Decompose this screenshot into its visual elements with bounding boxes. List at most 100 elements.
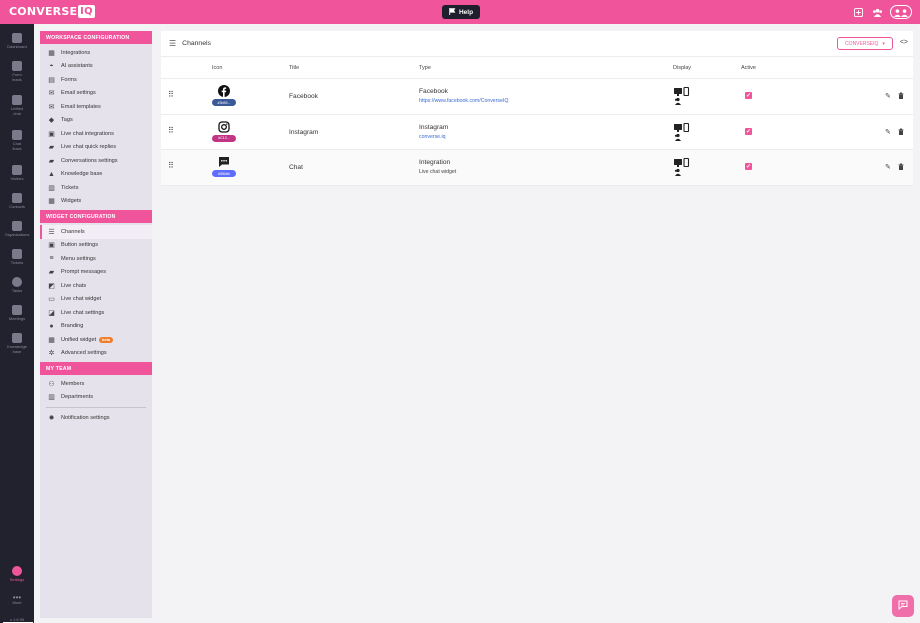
list-icon: ☰: [48, 228, 55, 236]
menu-label: Email settings: [61, 90, 96, 97]
menu-item-notification-settings[interactable]: ✹ Notification settings: [40, 411, 152, 425]
menu-item-advanced-settings[interactable]: ✲ Advanced settings: [40, 347, 152, 361]
menu-item-integrations[interactable]: ▦ Integrations: [40, 46, 152, 60]
menu-item-live-chat-quick-replies[interactable]: ▰ Live chat quick replies: [40, 141, 152, 155]
logo-suffix: IQ: [78, 5, 95, 18]
menu-item-unified-widget[interactable]: ▦ Unified widget beta: [40, 333, 152, 347]
menu-item-channels[interactable]: ☰ Channels: [40, 225, 152, 239]
rail-label: Tasks: [11, 288, 23, 293]
menu-label: Email templates: [61, 103, 101, 110]
rail-item-more[interactable]: ••• More: [0, 594, 34, 605]
menu-item-tags[interactable]: ◆ Tags: [40, 114, 152, 128]
menu-label: Live chats: [61, 282, 87, 289]
channel-title: Facebook: [289, 93, 318, 100]
workspace-dropdown[interactable]: CONVERSEIQ ▾: [837, 37, 893, 50]
help-label: Help: [458, 8, 474, 16]
menu-label: AI assistants: [61, 63, 93, 70]
menu-item-widgets[interactable]: ▦ Widgets: [40, 195, 152, 209]
rail-item-meetings[interactable]: Meetings: [0, 305, 34, 322]
help-button[interactable]: Help: [442, 5, 480, 19]
flag-icon: [449, 7, 456, 17]
color-chip: #C13...: [212, 134, 236, 142]
menu-item-live-chats[interactable]: ◩ Live chats: [40, 279, 152, 293]
prompt-icon: ▰: [48, 269, 55, 277]
display-devices-icon: [673, 157, 691, 176]
knowledge-base-icon: ▲: [48, 170, 55, 178]
beta-badge: beta: [99, 336, 113, 343]
delete-icon[interactable]: [898, 92, 904, 101]
menu-item-tickets[interactable]: ▥ Tickets: [40, 181, 152, 195]
rail-item-tasks[interactable]: Tasks: [0, 277, 34, 294]
rail-item-form-leads[interactable]: Form leads: [0, 61, 34, 82]
rail-item-unified-chat[interactable]: Unified chat: [0, 95, 34, 116]
branding-icon: ●: [49, 322, 54, 330]
delete-icon[interactable]: [898, 163, 904, 172]
menu-label: Live chat settings: [61, 309, 105, 316]
active-checkbox[interactable]: ✓: [745, 127, 752, 135]
channel-title: Chat: [289, 164, 303, 171]
drag-handle-icon[interactable]: ⠿: [168, 126, 174, 135]
menu-item-email-settings[interactable]: ✉ Email settings: [40, 87, 152, 101]
team-icon[interactable]: [871, 6, 883, 18]
integrations-icon: ▦: [48, 49, 55, 57]
column-header-display: Display: [673, 65, 692, 71]
button-icon: ▣: [48, 242, 55, 250]
menu-label: Knowledge base: [61, 171, 103, 178]
add-square-icon[interactable]: [852, 6, 864, 18]
menu-label: Advanced settings: [61, 350, 107, 357]
rail-label: Knowledge base: [7, 344, 27, 354]
menu-item-prompt-messages[interactable]: ▰ Prompt messages: [40, 266, 152, 280]
menu-item-live-chat-settings[interactable]: ◪ Live chat settings: [40, 306, 152, 320]
instagram-icon: [218, 120, 230, 133]
menu-item-email-templates[interactable]: ✉ Email templates: [40, 100, 152, 114]
email-template-icon: ✉: [48, 103, 55, 111]
rail-item-organizations[interactable]: Organizations: [0, 221, 34, 238]
settings-menu: WORKSPACE CONFIGURATION ▦ Integrations ◓ A…: [40, 31, 152, 618]
menu-item-ai-assistants[interactable]: ◓ AI assistants: [40, 60, 152, 74]
dashboard-icon: [12, 33, 22, 43]
active-checkbox[interactable]: ✓: [745, 92, 752, 99]
rail-item-knowledge-base[interactable]: Knowledge base: [0, 333, 34, 354]
color-chip: #3b59...: [212, 99, 236, 106]
menu-item-button-settings[interactable]: ▣ Button settings: [40, 239, 152, 253]
edit-icon[interactable]: ✎: [885, 92, 891, 100]
rail-item-dashboard[interactable]: Dashboard: [0, 33, 34, 50]
chat-launcher-button[interactable]: [892, 595, 914, 617]
code-icon[interactable]: <>: [900, 39, 908, 46]
live-chats-icon: ◩: [48, 282, 55, 290]
menu-item-forms[interactable]: ▤ Forms: [40, 73, 152, 87]
menu-label: Widgets: [61, 198, 82, 205]
menu-item-live-chat-widget[interactable]: ▭ Live chat widget: [40, 293, 152, 307]
menu-item-departments[interactable]: ▥ Departments: [40, 391, 152, 405]
edit-icon[interactable]: ✎: [885, 128, 891, 136]
column-header-type: Type: [419, 65, 431, 71]
app-logo[interactable]: CONVERSE IQ: [9, 5, 95, 18]
menu-label: Departments: [61, 394, 94, 401]
menu-label: Live chat integrations: [61, 130, 114, 137]
display-devices-icon: [673, 86, 691, 105]
rail-label: More: [12, 599, 22, 605]
rail-item-tickets[interactable]: Tickets: [0, 249, 34, 266]
column-header-icon: Icon: [212, 65, 223, 71]
caret-down-icon: ▾: [882, 40, 885, 47]
rail-item-visitors[interactable]: Visitors: [0, 165, 34, 182]
menu-item-knowledge-base[interactable]: ▲ Knowledge base: [40, 168, 152, 182]
menu-item-conversations-settings[interactable]: ▰ Conversations settings: [40, 154, 152, 168]
notification-icon: ✹: [48, 414, 55, 422]
drag-handle-icon[interactable]: ⠿: [168, 161, 174, 170]
user-avatar-group[interactable]: [890, 5, 912, 19]
edit-icon[interactable]: ✎: [885, 163, 891, 171]
channel-type-link[interactable]: https://www.facebook.com/ConverseIQ: [419, 98, 508, 104]
drag-handle-icon[interactable]: ⠿: [168, 90, 174, 99]
menu-item-members[interactable]: ⚇ Members: [40, 377, 152, 391]
menu-item-menu-settings[interactable]: ≡ Menu settings: [40, 252, 152, 266]
rail-item-chat-flows[interactable]: Chat flows: [0, 130, 34, 151]
channel-type-link[interactable]: converse.iq: [419, 134, 446, 140]
menu-item-live-chat-integrations[interactable]: ▣ Live chat integrations: [40, 127, 152, 141]
delete-icon[interactable]: [898, 128, 904, 137]
active-checkbox[interactable]: ✓: [745, 163, 752, 170]
rail-item-contacts[interactable]: Contacts: [0, 193, 34, 210]
rail-item-settings[interactable]: Settings: [0, 566, 34, 583]
menu-item-branding[interactable]: ● Branding: [40, 320, 152, 334]
menu-icon: ≡: [49, 255, 54, 263]
